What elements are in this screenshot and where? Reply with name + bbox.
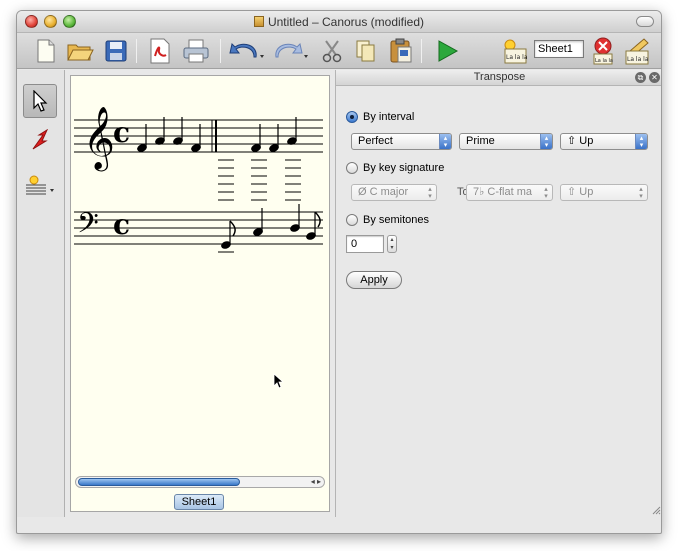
bass-clef-icon: 𝄢 bbox=[77, 207, 99, 247]
lyrics-icon[interactable]: La la la bbox=[500, 37, 530, 65]
mouse-cursor-icon bbox=[273, 373, 285, 389]
to-key-value: C-flat ma bbox=[487, 186, 532, 198]
transpose-panel: Transpose ⧉ ✕ By interval Perfect ▴ ▾ Prim… bbox=[335, 70, 661, 517]
window-title: Untitled – Canorus (modified) bbox=[267, 15, 425, 29]
up-arrow-icon: ⇧ bbox=[567, 135, 577, 147]
interval-select[interactable]: Prime ▴ ▾ bbox=[459, 133, 553, 150]
by-interval-option[interactable]: By interval bbox=[346, 111, 414, 123]
scrollbar-thumb[interactable] bbox=[78, 478, 240, 486]
remove-sheet-icon[interactable]: La la la bbox=[591, 37, 615, 65]
score-svg: 𝄞 c 𝄢 c bbox=[74, 106, 323, 253]
to-key-symbol: 7♭ bbox=[473, 186, 485, 198]
semitones-input[interactable]: 0 bbox=[346, 235, 384, 253]
toolbar-separator bbox=[421, 39, 422, 63]
title-bar: Untitled – Canorus (modified) bbox=[17, 11, 661, 33]
by-key-signature-radio[interactable] bbox=[346, 162, 358, 174]
export-pdf-icon[interactable] bbox=[145, 37, 175, 65]
open-folder-icon[interactable] bbox=[65, 37, 95, 65]
tab-sheet1[interactable]: Sheet1 bbox=[174, 494, 224, 510]
ledger-lines bbox=[218, 159, 301, 201]
save-floppy-icon[interactable] bbox=[101, 37, 131, 65]
interval-direction-value: Up bbox=[579, 135, 594, 147]
lyrics-icon-text: La la la bbox=[506, 54, 528, 61]
score-canvas[interactable]: 𝄞 c 𝄢 c bbox=[70, 75, 330, 512]
print-icon[interactable] bbox=[179, 37, 213, 65]
to-key-select[interactable]: 7♭ C-flat ma ▴ ▾ bbox=[466, 184, 553, 201]
interval-quality-select[interactable]: Perfect ▴ ▾ bbox=[351, 133, 452, 150]
insert-note-icon[interactable] bbox=[23, 124, 57, 158]
by-semitones-radio[interactable] bbox=[346, 214, 358, 226]
chevron-updown-icon: ▴ ▾ bbox=[639, 186, 643, 200]
from-key-value: C major bbox=[369, 186, 409, 198]
transpose-panel-title: Transpose bbox=[473, 71, 526, 83]
remove-lyrics-text: La la la bbox=[595, 58, 613, 64]
semitones-stepper[interactable]: ▴ ▾ bbox=[387, 235, 397, 253]
key-direction-value: Up bbox=[579, 186, 594, 198]
treble-clef-icon: 𝄞 bbox=[83, 106, 115, 172]
select-arrow-icon[interactable] bbox=[23, 84, 57, 118]
toolbar-toggle-button[interactable] bbox=[636, 16, 654, 27]
chevron-updown-icon: ▴ ▾ bbox=[544, 186, 548, 200]
interval-direction-select[interactable]: ⇧ Up ▴ ▾ bbox=[560, 133, 648, 150]
paste-icon[interactable] bbox=[385, 37, 417, 65]
apply-button[interactable]: Apply bbox=[346, 271, 402, 289]
by-interval-label: By interval bbox=[363, 111, 415, 123]
bass-time-signature: c bbox=[113, 208, 130, 241]
chevron-updown-icon: ▴ ▾ bbox=[635, 134, 647, 149]
close-panel-icon[interactable]: ✕ bbox=[649, 72, 660, 83]
by-key-signature-label: By key signature bbox=[363, 162, 445, 174]
undock-icon[interactable]: ⧉ bbox=[635, 72, 646, 83]
toolbar-separator bbox=[136, 39, 137, 63]
from-key-select[interactable]: Ø C major ▴ ▾ bbox=[351, 184, 437, 201]
chevron-updown-icon: ▴ ▾ bbox=[540, 134, 552, 149]
resize-grip-icon[interactable] bbox=[651, 505, 661, 515]
chevron-updown-icon: ▴ ▾ bbox=[428, 186, 432, 200]
play-icon[interactable] bbox=[427, 37, 467, 65]
new-file-icon[interactable] bbox=[33, 37, 59, 65]
transpose-panel-header: Transpose ⧉ ✕ bbox=[336, 70, 661, 86]
by-semitones-label: By semitones bbox=[363, 214, 430, 226]
undo-icon[interactable] bbox=[227, 37, 267, 65]
document-icon bbox=[253, 16, 264, 27]
key-direction-select[interactable]: ⇧ Up ▴ ▾ bbox=[560, 184, 648, 201]
window-title-area: Untitled – Canorus (modified) bbox=[17, 15, 661, 29]
bass-staff bbox=[74, 211, 323, 245]
chevron-updown-icon: ▴ ▾ bbox=[439, 134, 451, 149]
edit-lyrics-text: La la la bbox=[627, 56, 649, 63]
redo-icon[interactable] bbox=[271, 37, 311, 65]
edit-lyrics-icon[interactable]: La la la bbox=[623, 37, 651, 65]
by-interval-radio[interactable] bbox=[346, 111, 358, 123]
interval-value: Prime bbox=[466, 135, 495, 147]
toolbar-separator bbox=[220, 39, 221, 63]
up-arrow-icon: ⇧ bbox=[567, 186, 577, 198]
cut-icon[interactable] bbox=[317, 37, 347, 65]
tool-sidebar bbox=[17, 70, 65, 517]
sheet-name-field[interactable]: Sheet1 bbox=[534, 40, 584, 58]
copy-icon[interactable] bbox=[351, 37, 381, 65]
app-window: Untitled – Canorus (modified) La la la L… bbox=[16, 10, 662, 534]
by-semitones-option[interactable]: By semitones bbox=[346, 214, 429, 226]
scroll-arrows-icon[interactable]: ◂ ▸ bbox=[311, 477, 321, 487]
interval-quality-value: Perfect bbox=[358, 135, 393, 147]
horizontal-scrollbar[interactable]: ◂ ▸ bbox=[75, 476, 325, 488]
by-key-signature-option[interactable]: By key signature bbox=[346, 162, 444, 174]
treble-time-signature: c bbox=[113, 116, 130, 149]
new-context-icon[interactable] bbox=[23, 168, 57, 202]
from-key-symbol: Ø bbox=[358, 186, 367, 198]
